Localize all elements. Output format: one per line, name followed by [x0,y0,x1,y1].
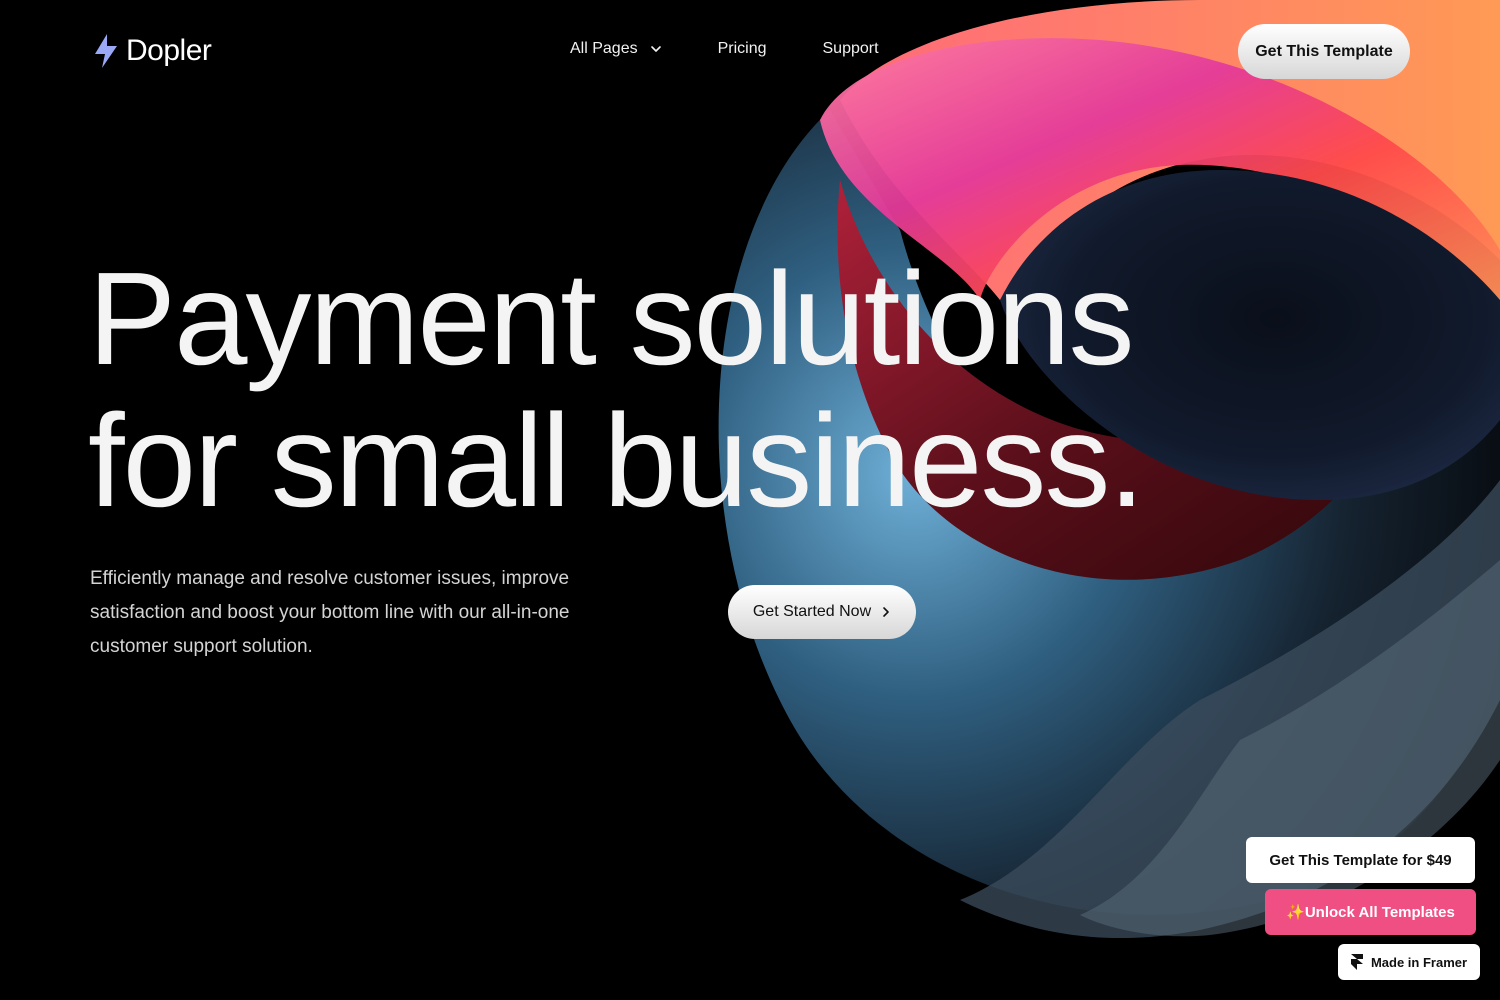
nav-item-label: Pricing [717,40,767,57]
nav-item-label: Support [822,40,879,57]
nav-item-all-pages[interactable]: All Pages [570,40,662,58]
nav-item-pricing[interactable]: Pricing [718,40,767,58]
nav-item-support[interactable]: Support [823,40,879,58]
get-started-button[interactable]: Get Started Now [728,585,916,639]
unlock-all-templates-badge[interactable]: ✨Unlock All Templates [1265,889,1476,935]
made-in-framer-label: Made in Framer [1370,954,1468,970]
chevron-down-icon [650,46,661,52]
hero-headline-line-1: Payment solutions [88,245,1135,392]
hero-headline-line-2: for small business. [88,387,1145,534]
made-in-framer-badge[interactable]: Made in Framer [1338,944,1480,980]
main-nav: All Pages Pricing Support [570,40,879,58]
brand-logo[interactable]: Dopler [92,34,212,68]
lightning-bolt-icon [95,34,117,68]
brand-name: Dopler [126,34,212,67]
framer-logo-icon [1350,954,1363,970]
get-template-button[interactable]: Get This Template [1238,24,1410,79]
chevron-right-icon [883,607,889,617]
hero-headline: Payment solutions for small business. [88,248,1288,532]
get-started-label: Get Started Now [752,603,872,620]
nav-item-label: All Pages [570,40,638,57]
hero-subtext: Efficiently manage and resolve customer … [90,568,570,657]
buy-template-badge[interactable]: Get This Template for $49 [1246,837,1475,883]
